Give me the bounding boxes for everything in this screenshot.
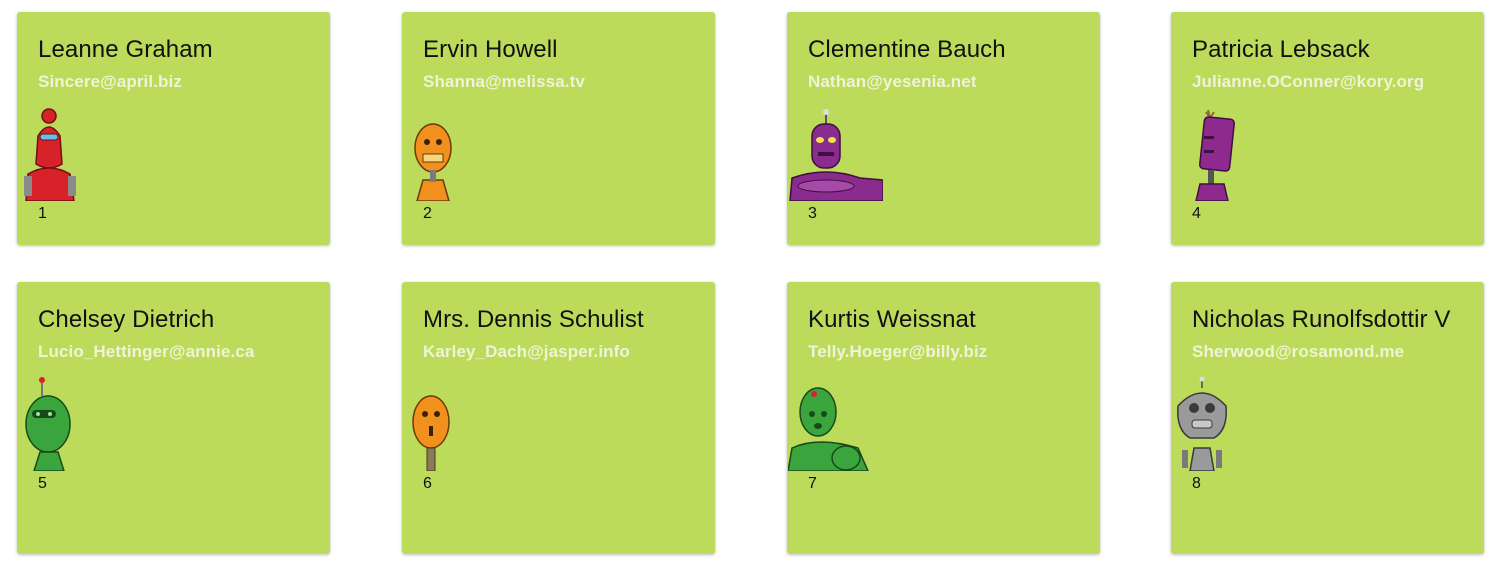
robot-green-icon <box>788 387 869 471</box>
robot-green-icon <box>25 377 71 471</box>
user-card[interactable]: Mrs. Dennis Schulist Karley_Dach@jasper.… <box>402 282 715 554</box>
user-card[interactable]: Kurtis Weissnat Telly.Hoeger@billy.biz 7 <box>787 282 1100 554</box>
user-email: Nathan@yesenia.net <box>808 72 977 91</box>
robot-purple-icon <box>789 109 883 201</box>
user-name: Ervin Howell <box>423 36 558 63</box>
user-email: Shanna@melissa.tv <box>423 72 585 91</box>
user-id: 7 <box>808 475 817 492</box>
robot-orange-icon <box>412 395 450 471</box>
robot-card-grid: Leanne Graham Sincere@april.biz 1 Ervin … <box>0 0 1503 566</box>
user-card[interactable]: Leanne Graham Sincere@april.biz 1 <box>17 12 330 245</box>
user-name: Mrs. Dennis Schulist <box>423 306 644 333</box>
robot-red-icon <box>24 108 76 201</box>
user-name: Clementine Bauch <box>808 36 1006 63</box>
user-card[interactable]: Nicholas Runolfsdottir V Sherwood@rosamo… <box>1171 282 1484 554</box>
user-email: Telly.Hoeger@billy.biz <box>808 342 988 361</box>
user-id: 4 <box>1192 205 1201 222</box>
user-id: 2 <box>423 205 432 222</box>
user-card[interactable]: Ervin Howell Shanna@melissa.tv 2 <box>402 12 715 245</box>
user-card[interactable]: Clementine Bauch Nathan@yesenia.net 3 <box>787 12 1100 245</box>
user-id: 3 <box>808 205 817 222</box>
user-email: Sincere@april.biz <box>38 72 182 91</box>
user-name: Leanne Graham <box>38 36 213 63</box>
user-id: 1 <box>38 205 47 222</box>
robot-purple-icon <box>1195 109 1235 201</box>
user-email: Karley_Dach@jasper.info <box>423 342 630 361</box>
robot-orange-icon <box>414 123 452 201</box>
user-card[interactable]: Chelsey Dietrich Lucio_Hettinger@annie.c… <box>17 282 330 554</box>
user-card[interactable]: Patricia Lebsack Julianne.OConner@kory.o… <box>1171 12 1484 245</box>
user-id: 8 <box>1192 475 1201 492</box>
user-email: Lucio_Hettinger@annie.ca <box>38 342 255 361</box>
user-id: 5 <box>38 475 47 492</box>
user-name: Patricia Lebsack <box>1192 36 1370 63</box>
user-email: Julianne.OConner@kory.org <box>1192 72 1425 91</box>
user-name: Nicholas Runolfsdottir V <box>1192 306 1451 333</box>
user-name: Chelsey Dietrich <box>38 306 215 333</box>
user-name: Kurtis Weissnat <box>808 306 976 333</box>
robot-grey-icon <box>1177 376 1227 471</box>
user-email: Sherwood@rosamond.me <box>1192 342 1405 361</box>
user-id: 6 <box>423 475 432 492</box>
